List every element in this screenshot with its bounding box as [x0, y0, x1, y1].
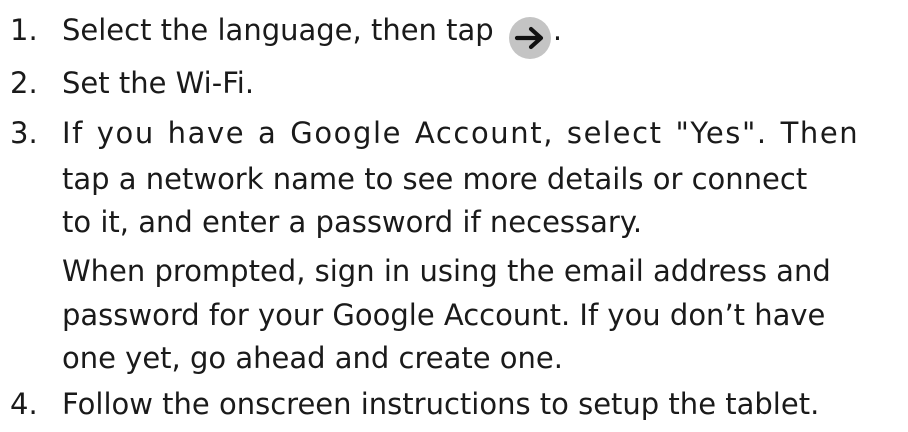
step-1-text-after: . — [552, 13, 563, 47]
step-3-note-line-3: one yet, go ahead and create one. — [62, 341, 563, 375]
instruction-list: 1. Select the language, then tap . 2. Se… — [0, 0, 908, 432]
step-3-line-2: tap a network name to see more details o… — [62, 162, 808, 196]
step-4-number: 4. — [10, 387, 38, 421]
step-4-text: Follow the onscreen instructions to setu… — [62, 387, 820, 421]
step-3-note-line-2: password for your Google Account. If you… — [62, 298, 826, 332]
step-1-number: 1. — [10, 13, 38, 47]
step-3-line-1: If you have a Google Account, select "Ye… — [62, 116, 860, 150]
step-3-note-line-1: When prompted, sign in using the email a… — [62, 254, 831, 288]
step-3-number: 3. — [10, 116, 38, 150]
right-arrow-icon — [508, 17, 551, 59]
step-2-text: Set the Wi-Fi. — [62, 66, 255, 100]
step-3-line-3: to it, and enter a password if necessary… — [62, 205, 643, 239]
step-1-text: Select the language, then tap . — [62, 10, 562, 59]
step-1-text-before: Select the language, then tap — [62, 13, 503, 47]
step-2-number: 2. — [10, 66, 38, 100]
